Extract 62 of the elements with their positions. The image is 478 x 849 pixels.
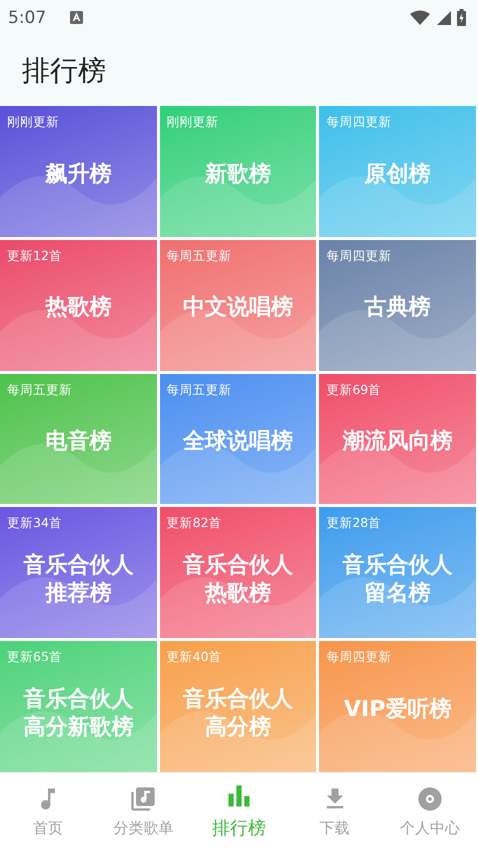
notification-icon bbox=[70, 11, 84, 24]
update-label: 更新82首 bbox=[166, 514, 222, 532]
chart-title: 电音榜 bbox=[45, 428, 112, 456]
chart-title: 音乐合伙人 bbox=[342, 552, 453, 580]
chart-title: 全球说唱榜 bbox=[182, 428, 293, 456]
nav-tab[interactable]: 首页 bbox=[0, 773, 96, 849]
nav-tab[interactable]: 排行榜 bbox=[191, 773, 287, 849]
chart-title: 热歌榜 bbox=[45, 294, 112, 322]
chart-title: 留名榜 bbox=[364, 580, 431, 608]
chart-title: 古典榜 bbox=[364, 294, 431, 322]
chart-title: 音乐合伙人 bbox=[182, 552, 293, 580]
update-label: 每周五更新 bbox=[6, 380, 72, 399]
update-label: 更新12首 bbox=[6, 246, 62, 265]
update-label: 刚刚更新 bbox=[166, 113, 219, 131]
chart-card[interactable]: 每周五更新 电音榜 bbox=[0, 374, 157, 504]
update-label: 更新28首 bbox=[325, 514, 382, 532]
wifi-icon bbox=[410, 10, 430, 25]
chart-title: 高分新歌榜 bbox=[23, 714, 134, 742]
update-label: 每周五更新 bbox=[166, 246, 232, 265]
update-label: 每周四更新 bbox=[325, 113, 392, 131]
signal-icon bbox=[436, 10, 451, 25]
chart-card[interactable]: 每周四更新 原创榜 bbox=[319, 106, 476, 237]
chart-title: 高分榜 bbox=[204, 714, 271, 742]
chart-card[interactable]: 每周五更新 全球说唱榜 bbox=[160, 374, 316, 504]
chart-card[interactable]: 更新82首 音乐合伙人 热歌榜 bbox=[160, 507, 316, 638]
chart-title: 音乐合伙人 bbox=[23, 552, 134, 580]
chart-title: 推荐榜 bbox=[45, 580, 112, 608]
status-time: 5:07 bbox=[8, 8, 46, 28]
chart-card[interactable]: 每周四更新 VIP爱听榜 bbox=[319, 641, 476, 772]
chart-title: VIP爱听榜 bbox=[344, 696, 452, 724]
chart-card[interactable]: 更新28首 音乐合伙人 留名榜 bbox=[319, 507, 476, 638]
nav-tab[interactable]: 分类歌单 bbox=[96, 773, 192, 849]
chart-card[interactable]: 刚刚更新 飙升榜 bbox=[0, 106, 157, 237]
chart-card[interactable]: 更新69首 潮流风向榜 bbox=[319, 374, 476, 504]
chart-title: 中文说唱榜 bbox=[182, 294, 293, 322]
chart-title: 音乐合伙人 bbox=[182, 686, 293, 714]
chart-card[interactable]: 每周五更新 中文说唱榜 bbox=[160, 240, 316, 371]
update-label: 更新69首 bbox=[325, 380, 382, 399]
update-label: 更新65首 bbox=[6, 648, 62, 666]
page-title: 排行榜 bbox=[22, 52, 106, 88]
chart-card[interactable]: 每周四更新 古典榜 bbox=[319, 240, 476, 371]
chart-card[interactable]: 更新34首 音乐合伙人 推荐榜 bbox=[0, 507, 157, 638]
chart-card[interactable]: 刚刚更新 新歌榜 bbox=[160, 106, 316, 237]
chart-title: 新歌榜 bbox=[204, 160, 271, 189]
chart-card[interactable]: 更新40首 音乐合伙人 高分榜 bbox=[160, 641, 316, 772]
update-label: 更新34首 bbox=[6, 514, 62, 532]
chart-card[interactable]: 更新65首 音乐合伙人 高分新歌榜 bbox=[0, 641, 157, 772]
chart-title: 热歌榜 bbox=[204, 580, 271, 608]
nav-tab[interactable]: 个人中心 bbox=[382, 773, 478, 849]
chart-title: 飙升榜 bbox=[45, 160, 112, 189]
battery-icon bbox=[457, 9, 466, 26]
update-label: 刚刚更新 bbox=[6, 113, 59, 131]
nav-tab[interactable]: 下载 bbox=[286, 773, 382, 849]
chart-title: 潮流风向榜 bbox=[342, 428, 453, 456]
chart-card[interactable]: 更新12首 热歌榜 bbox=[0, 240, 157, 371]
album-stack-icon bbox=[129, 784, 158, 812]
update-label: 每周四更新 bbox=[325, 648, 392, 666]
update-label: 每周四更新 bbox=[325, 246, 392, 265]
chart-title: 音乐合伙人 bbox=[23, 686, 134, 714]
update-label: 每周五更新 bbox=[166, 380, 232, 399]
chart-title: 原创榜 bbox=[364, 160, 431, 189]
update-label: 更新40首 bbox=[166, 648, 222, 666]
